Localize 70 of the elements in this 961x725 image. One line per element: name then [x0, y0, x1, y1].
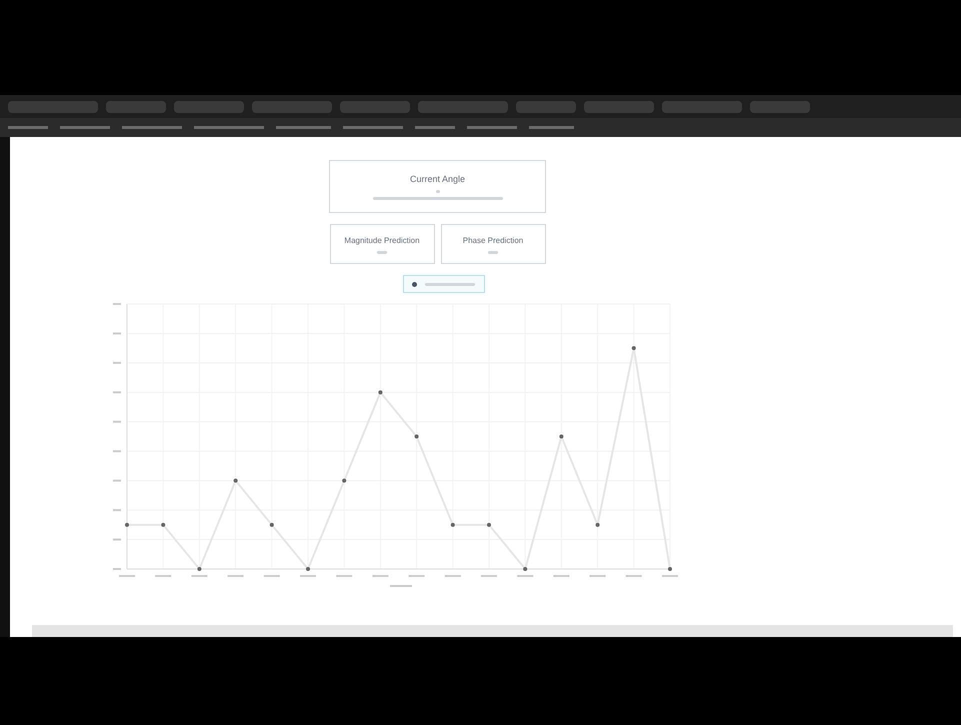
- blurred-tick-label: [372, 575, 388, 577]
- data-point: [270, 522, 274, 527]
- data-point: [342, 478, 346, 483]
- browser-tab[interactable]: [662, 100, 742, 112]
- blurred-tick-label: [113, 538, 121, 541]
- browser-tab[interactable]: [174, 100, 244, 112]
- blurred-text-bar: [488, 250, 498, 254]
- data-point: [559, 434, 564, 438]
- blurred-text-bar: [424, 282, 474, 286]
- blurred-tick-label: [113, 362, 121, 364]
- data-point: [161, 522, 166, 527]
- browser-tab[interactable]: [516, 100, 576, 112]
- blurred-tick-label: [113, 568, 121, 570]
- data-point: [414, 434, 419, 438]
- blurred-text-bar: [377, 250, 387, 254]
- blurred-tick-label: [626, 575, 642, 577]
- data-point: [306, 567, 310, 571]
- data-point: [197, 567, 202, 571]
- blurred-tick-label: [228, 575, 244, 577]
- blurred-tick-label: [408, 575, 425, 577]
- blurred-tick-label: [553, 575, 570, 577]
- blurred-axis-title: [390, 585, 412, 587]
- toggle-button[interactable]: [402, 275, 484, 293]
- browser-tab[interactable]: [418, 100, 508, 112]
- data-point: [450, 522, 455, 527]
- browser-tab[interactable]: [584, 100, 654, 112]
- data-point: [632, 346, 636, 350]
- data-point: [234, 478, 238, 483]
- bookmark-item[interactable]: [343, 126, 403, 129]
- bookmark-item[interactable]: [60, 126, 110, 129]
- data-point: [596, 522, 600, 527]
- blurred-tick-label: [113, 391, 121, 394]
- blurred-tick-label: [119, 575, 135, 577]
- blurred-text-bar: [436, 190, 440, 194]
- browser-tab[interactable]: [340, 100, 410, 112]
- bookmark-item[interactable]: [467, 126, 517, 129]
- bookmark-item[interactable]: [122, 126, 182, 129]
- blurred-tick-label: [481, 575, 497, 577]
- card-title: Current Angle: [410, 172, 466, 186]
- bookmark-item[interactable]: [276, 126, 331, 129]
- data-point: [378, 390, 382, 394]
- data-point: [125, 522, 129, 527]
- blurred-tick-label: [590, 575, 606, 577]
- browser-tab[interactable]: [106, 100, 166, 112]
- card-title: Magnitude Prediction: [344, 234, 420, 246]
- blurred-tick-label: [300, 575, 316, 577]
- browser-tab[interactable]: [252, 100, 332, 112]
- data-point: [523, 567, 528, 571]
- blurred-tick-label: [264, 575, 280, 577]
- bookmark-item[interactable]: [8, 126, 48, 129]
- blurred-tick-label: [113, 509, 121, 512]
- blurred-tick-label: [155, 575, 172, 577]
- blurred-tick-label: [113, 420, 121, 423]
- bookmark-item[interactable]: [194, 126, 264, 129]
- blurred-tick-label: [444, 575, 461, 577]
- blurred-tick-label: [113, 332, 121, 334]
- data-point: [487, 522, 491, 527]
- browser-tab[interactable]: [750, 100, 810, 112]
- blurred-tick-label: [113, 303, 121, 305]
- blurred-tick-label: [517, 575, 534, 577]
- bookmark-item[interactable]: [529, 126, 574, 129]
- blurred-tick-label: [336, 575, 352, 577]
- browser-tab[interactable]: [8, 100, 98, 112]
- card-title: Phase Prediction: [462, 234, 524, 246]
- blurred-tick-label: [191, 575, 208, 577]
- blurred-tick-label: [662, 575, 678, 577]
- blurred-tick-label: [113, 480, 121, 482]
- data-point: [668, 567, 672, 571]
- blurred-tick-label: [113, 450, 121, 452]
- bookmark-item[interactable]: [415, 126, 455, 129]
